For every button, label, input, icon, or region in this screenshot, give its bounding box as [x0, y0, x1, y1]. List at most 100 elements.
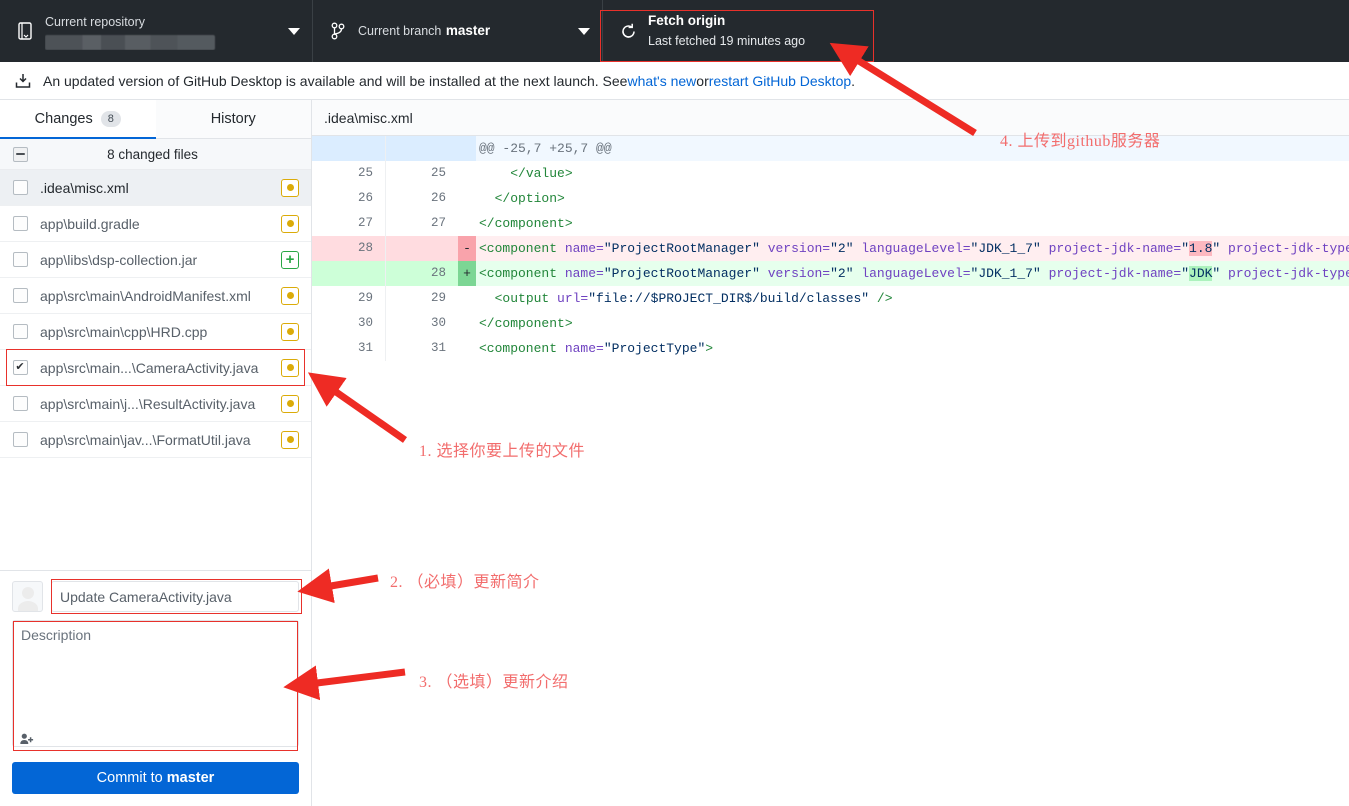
- code-token: >: [705, 341, 714, 356]
- select-all-checkbox[interactable]: [12, 146, 28, 162]
- code-token: "ProjectRootManager": [603, 266, 760, 281]
- code-token: <component: [479, 341, 565, 356]
- file-row[interactable]: app\src\main\AndroidManifest.xml: [0, 278, 311, 314]
- chevron-down-icon[interactable]: [288, 27, 300, 35]
- line-number-old: [312, 261, 385, 286]
- code-token: languageLevel=: [861, 266, 971, 281]
- commit-button-prefix: Commit to: [96, 770, 167, 786]
- line-number-old: 30: [357, 316, 373, 330]
- sidebar-tabs: Changes 8 History: [0, 100, 311, 139]
- annotation-2: 2. （必填）更新简介: [390, 574, 540, 591]
- tab-changes-label: Changes: [34, 111, 93, 127]
- diff-marker: [458, 286, 476, 311]
- current-repository-button[interactable]: Current repository: [0, 0, 313, 62]
- tab-changes-count: 8: [100, 111, 121, 127]
- repository-name-redacted: [45, 35, 215, 50]
- code-token: project-jdk-type=: [1228, 266, 1349, 281]
- tab-changes[interactable]: Changes 8: [0, 100, 156, 139]
- diff-line[interactable]: 26 26 </option>: [312, 186, 1349, 211]
- line-number-new: [385, 236, 458, 261]
- chevron-down-icon[interactable]: [578, 27, 590, 35]
- diff-code: </value>: [476, 161, 1349, 186]
- diff-line[interactable]: 25 25 </value>: [312, 161, 1349, 186]
- code-token: project-jdk-name=: [1048, 266, 1182, 281]
- file-checkbox[interactable]: [12, 324, 28, 339]
- commit-description-input[interactable]: [12, 620, 299, 747]
- code-token: version=: [767, 266, 831, 281]
- code-token: JDK: [1189, 266, 1213, 281]
- diff-code: <output url="file://$PROJECT_DIR$/build/…: [476, 286, 1349, 311]
- diff-code: </component>: [476, 211, 1349, 236]
- file-row[interactable]: app\libs\dsp-collection.jar +: [0, 242, 311, 278]
- diff-code: <component name="ProjectRootManager" ver…: [476, 261, 1349, 286]
- diff-hunk-header[interactable]: @@ -25,7 +25,7 @@: [312, 136, 1349, 161]
- file-checkbox[interactable]: [12, 396, 28, 411]
- fetch-origin-status: Last fetched 19 minutes ago: [648, 34, 806, 48]
- changed-files-count-label: 8 changed files: [107, 146, 198, 162]
- code-token: "JDK_1_7": [970, 241, 1041, 256]
- diff-line[interactable]: 31 31 <component name="ProjectType">: [312, 336, 1349, 361]
- annotation-1: 1. 选择你要上传的文件: [419, 443, 586, 460]
- diff-code: <component name="ProjectType">: [476, 336, 1349, 361]
- code-token: url=: [557, 291, 589, 306]
- diff-line[interactable]: 28 + <component name="ProjectRootManager" …: [312, 261, 1349, 286]
- description-wrapper: [12, 620, 299, 752]
- add-person-icon[interactable]: [20, 733, 34, 745]
- diff-marker: [458, 186, 476, 211]
- changes-sidebar: Changes 8 History 8 changed files .idea\…: [0, 100, 312, 806]
- tab-history-label: History: [210, 111, 256, 127]
- toolbar: Current repository Current branch master: [0, 0, 1349, 62]
- file-path-label: app\libs\dsp-collection.jar: [40, 251, 198, 268]
- commit-summary-input[interactable]: [51, 581, 299, 612]
- diff-line[interactable]: 28 - <component name="ProjectRootManager" …: [312, 236, 1349, 261]
- notification-text-middle: or: [696, 72, 709, 89]
- current-branch-value: master: [445, 23, 491, 38]
- fetch-origin-label: Fetch origin: [648, 13, 726, 28]
- fetch-origin-button[interactable]: Fetch origin Last fetched 19 minutes ago: [603, 0, 877, 62]
- diff-marker: +: [458, 261, 476, 286]
- file-row[interactable]: app\src\main\jav...\FormatUtil.java: [0, 422, 311, 458]
- file-row[interactable]: app\src\main\j...\ResultActivity.java: [0, 386, 311, 422]
- code-token: ": [1181, 241, 1190, 256]
- status-modified-icon: [281, 286, 299, 305]
- line-number-old: 31: [357, 341, 373, 355]
- diff-line[interactable]: 27 27 </component>: [312, 211, 1349, 236]
- diff-line[interactable]: 29 29 <output url="file://$PROJECT_DIR$/b…: [312, 286, 1349, 311]
- restart-github-desktop-link[interactable]: restart GitHub Desktop: [709, 73, 851, 89]
- diff-code: </component>: [476, 311, 1349, 336]
- file-checkbox[interactable]: [12, 180, 28, 195]
- file-row[interactable]: app\src\main...\CameraActivity.java: [0, 349, 311, 386]
- file-path-label: app\src\main\cpp\HRD.cpp: [40, 323, 208, 340]
- code-token: </value>: [510, 166, 573, 181]
- file-path-label: app\build.gradle: [40, 215, 140, 232]
- file-checkbox[interactable]: [12, 288, 28, 303]
- current-branch-button[interactable]: Current branch master: [313, 0, 603, 62]
- line-number-new: 29: [385, 286, 458, 311]
- diff-marker: [458, 136, 476, 161]
- commit-to-master-button[interactable]: Commit to master: [12, 762, 299, 794]
- diff-body[interactable]: @@ -25,7 +25,7 @@ 25 25 </value> 26 26 </opt…: [312, 136, 1349, 806]
- repo-icon: [14, 22, 36, 40]
- file-checkbox[interactable]: [12, 252, 28, 267]
- diff-marker: [458, 211, 476, 236]
- code-token: "ProjectType": [603, 341, 706, 356]
- file-checkbox[interactable]: [12, 360, 28, 375]
- file-row[interactable]: app\build.gradle: [0, 206, 311, 242]
- code-token: ": [1181, 266, 1190, 281]
- file-checkbox[interactable]: [12, 216, 28, 231]
- current-repository-label: Current repository: [45, 15, 146, 29]
- notification-text-before: An updated version of GitHub Desktop is …: [43, 72, 628, 89]
- code-token: name=: [564, 266, 604, 281]
- diff-line[interactable]: 30 30 </component>: [312, 311, 1349, 336]
- file-checkbox[interactable]: [12, 432, 28, 447]
- file-row[interactable]: .idea\misc.xml: [0, 170, 311, 206]
- download-icon: [15, 73, 31, 88]
- whats-new-link[interactable]: what's new: [627, 73, 696, 89]
- file-row[interactable]: app\src\main\cpp\HRD.cpp: [0, 314, 311, 350]
- code-token: <output: [494, 291, 558, 306]
- code-token: </option>: [494, 191, 565, 206]
- code-token: name=: [564, 241, 604, 256]
- file-path-label: app\src\main\jav...\FormatUtil.java: [40, 431, 251, 448]
- current-branch-label: Current branch: [358, 24, 442, 38]
- tab-history[interactable]: History: [155, 100, 311, 138]
